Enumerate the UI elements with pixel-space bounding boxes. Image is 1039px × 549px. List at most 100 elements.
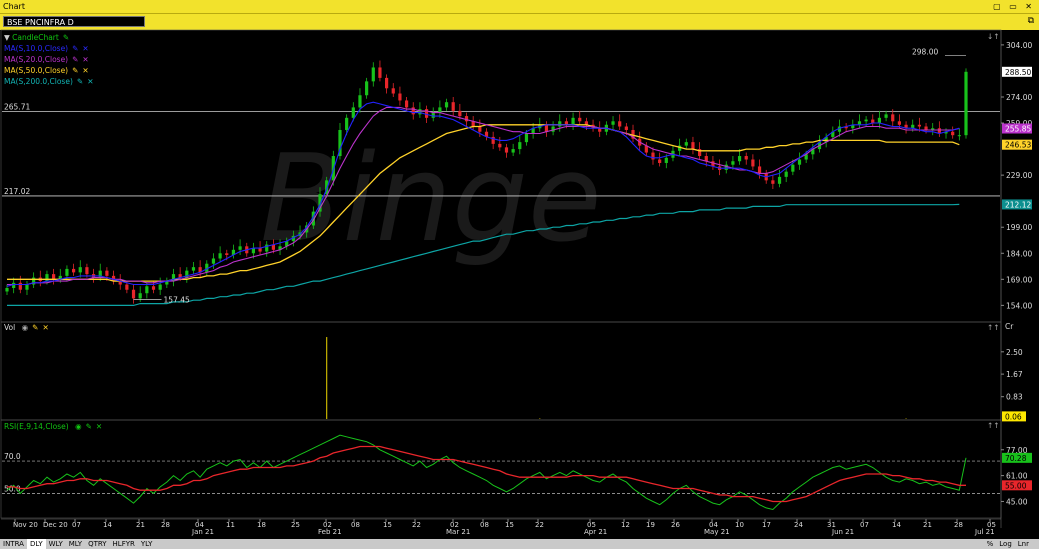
candle-body — [52, 274, 56, 280]
candle-body — [897, 121, 902, 125]
candle-body — [777, 176, 782, 184]
edit-pencil-icon[interactable]: ✎ — [32, 323, 38, 332]
candle-body — [884, 114, 888, 118]
remove-x-icon[interactable]: ✕ — [82, 66, 88, 75]
collapse-icon[interactable]: ▼ — [4, 33, 10, 42]
candle-body — [691, 142, 695, 150]
legend-ma10[interactable]: MA(S,10.0,Close) ✎ ✕ — [4, 43, 93, 54]
candle-body — [624, 126, 628, 130]
x-day-label: 15 — [383, 521, 392, 529]
period-qtry[interactable]: QTRY — [85, 539, 109, 549]
volume-tick-label: 2.50 — [1006, 348, 1023, 357]
eye-icon[interactable]: ◉ — [75, 422, 82, 431]
price-tick-label: 154.00 — [1006, 301, 1032, 310]
x-day-label: 22 — [535, 521, 544, 529]
legend-candle[interactable]: ▼ CandleChart ✎ — [4, 32, 93, 43]
watermark-text: Binge — [260, 130, 602, 269]
candle-body — [411, 107, 415, 115]
candle-body — [71, 268, 76, 273]
x-day-label: 07 — [860, 521, 869, 529]
hline-label: 217.02 — [4, 187, 30, 196]
price-tick-label: 304.00 — [1006, 41, 1032, 50]
candle-body — [105, 270, 109, 276]
linear-scale-button[interactable]: Lnr — [1015, 539, 1032, 549]
price-tick-label: 184.00 — [1006, 249, 1032, 258]
period-hlfyr[interactable]: HLFYR — [110, 539, 138, 549]
rsi-legend[interactable]: RSI(E,9,14,Close) ◉ ✎ ✕ — [4, 421, 102, 432]
x-day-label: 14 — [103, 521, 112, 529]
legend-ma200-label: MA(S,200.0,Close) — [4, 77, 73, 86]
candle-body — [25, 284, 29, 290]
candle-body — [731, 161, 735, 165]
remove-x-icon[interactable]: ✕ — [82, 55, 88, 64]
volume-legend[interactable]: Vol ◉ ✎ ✕ — [4, 322, 49, 333]
candle-body — [12, 282, 16, 289]
candle-body — [917, 124, 921, 127]
candle-body — [391, 88, 395, 94]
x-day-label: 24 — [794, 521, 803, 529]
chart-canvas[interactable]: Binge 265.71 217.02 298.00 157.45 304.00 274.0… — [0, 0, 1039, 549]
ma50-value-tag: 246.53 — [1005, 141, 1031, 150]
period-mly[interactable]: MLY — [66, 539, 85, 549]
rsi-line — [6, 434, 967, 511]
panel-arrows-icon: ↑↑ — [987, 421, 1000, 430]
volume-unit-label: Cr — [1005, 322, 1014, 331]
edit-pencil-icon[interactable]: ✎ — [86, 422, 92, 431]
edit-pencil-icon[interactable]: ✎ — [77, 77, 83, 86]
remove-x-icon[interactable]: ✕ — [82, 44, 88, 53]
edit-pencil-icon[interactable]: ✎ — [63, 33, 69, 42]
rsi-tick-label: 45.00 — [1006, 497, 1028, 506]
candle-body — [145, 286, 149, 294]
legend-ma20-label: MA(S,20.0,Close) — [4, 55, 69, 64]
legend-ma20[interactable]: MA(S,20.0,Close) ✎ ✕ — [4, 54, 93, 65]
x-day-label: 17 — [762, 521, 771, 529]
edit-pencil-icon[interactable]: ✎ — [72, 66, 78, 75]
candle-body — [478, 126, 482, 132]
legend-ma200[interactable]: MA(S,200.0,Close) ✎ ✕ — [4, 76, 93, 87]
rsi-signal-tag: 55.00 — [1005, 481, 1027, 490]
candle-body — [664, 157, 668, 163]
period-intra[interactable]: INTRA — [0, 539, 27, 549]
period-dly[interactable]: DLY — [26, 539, 46, 549]
x-day-label: 08 — [480, 521, 489, 529]
price-tick-label: 229.00 — [1006, 171, 1032, 180]
candle-body — [464, 116, 469, 122]
edit-pencil-icon[interactable]: ✎ — [72, 44, 78, 53]
candle-body — [751, 159, 755, 167]
candle-body — [724, 164, 728, 170]
candle-body — [78, 267, 82, 273]
log-scale-button[interactable]: Log — [996, 539, 1015, 549]
high-label: 298.00 — [912, 47, 938, 56]
period-wly[interactable]: WLY — [46, 539, 66, 549]
x-day-label: 28 — [954, 521, 963, 529]
candle-body — [957, 135, 961, 137]
legend-ma10-label: MA(S,10.0,Close) — [4, 44, 69, 53]
remove-x-icon[interactable]: ✕ — [87, 77, 93, 86]
candle-body — [371, 67, 375, 82]
candle-body — [658, 159, 662, 163]
rsi-level-label: 70.0 — [4, 452, 21, 461]
period-yly[interactable]: YLY — [138, 539, 156, 549]
eye-icon[interactable]: ◉ — [22, 323, 29, 332]
legend-ma50[interactable]: MA(S,50.0,Close) ✎ ✕ — [4, 65, 93, 76]
remove-x-icon[interactable]: ✕ — [96, 422, 102, 431]
x-day-label: Dec 20 — [43, 521, 68, 529]
rsi-tick-label: 61.00 — [1006, 472, 1028, 481]
percent-scale-button[interactable]: % — [984, 539, 997, 549]
candle-body — [524, 133, 529, 143]
ma20-value-tag: 255.85 — [1005, 125, 1031, 134]
remove-x-icon[interactable]: ✕ — [42, 323, 48, 332]
candle-body — [404, 100, 409, 108]
x-month-label: Feb 21 — [318, 528, 342, 536]
x-day-label: 18 — [257, 521, 266, 529]
low-label: 157.45 — [164, 295, 190, 304]
hline-label: 265.71 — [4, 102, 30, 111]
x-day-label: 15 — [505, 521, 514, 529]
legend-candle-label: CandleChart — [12, 33, 59, 42]
edit-pencil-icon[interactable]: ✎ — [72, 55, 78, 64]
volume-last-tag: 0.06 — [1005, 412, 1022, 421]
candle-body — [744, 156, 748, 160]
candle-body — [191, 267, 196, 271]
candle-body — [784, 171, 788, 177]
volume-tick-label: 1.67 — [1006, 370, 1023, 379]
